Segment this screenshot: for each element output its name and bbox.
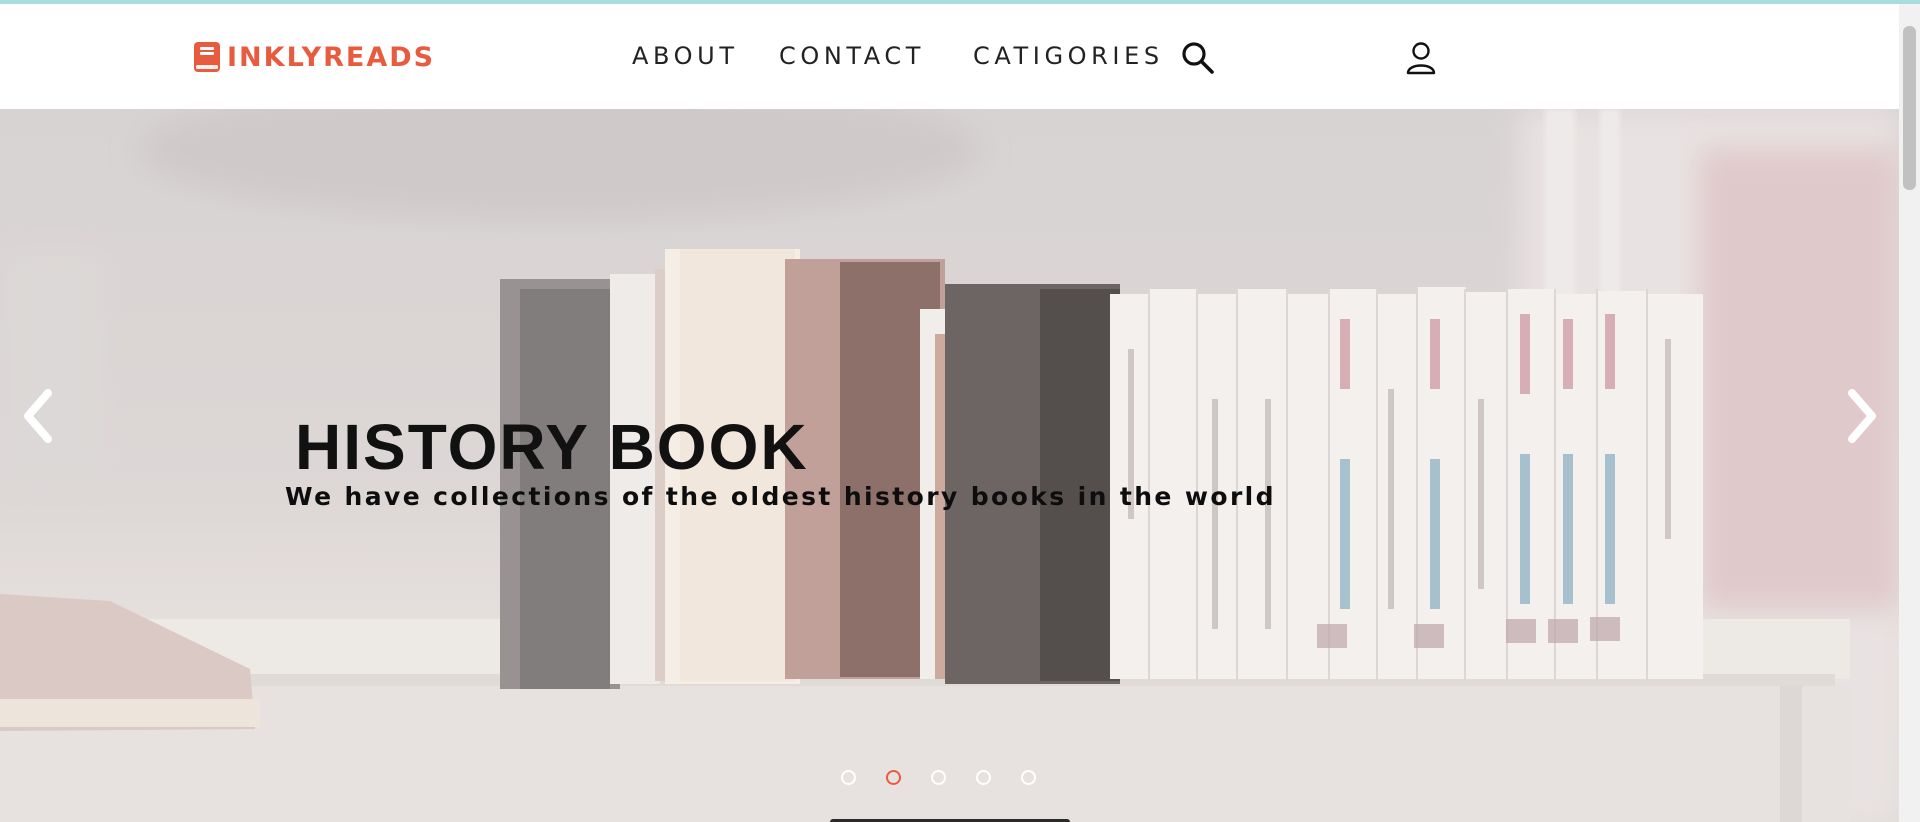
carousel-indicator-dot[interactable]: [931, 770, 946, 785]
carousel-next-button[interactable]: [1838, 381, 1886, 451]
carousel-indicator-dot[interactable]: [1021, 770, 1036, 785]
chevron-left-icon: [24, 389, 52, 443]
book-icon: [194, 42, 220, 72]
brand-logo[interactable]: INKLYREADS: [193, 40, 435, 74]
carousel-indicator-dot[interactable]: [886, 770, 901, 785]
carousel-indicator-dot[interactable]: [841, 770, 856, 785]
brand-name: INKLYREADS: [227, 41, 436, 73]
nav-link-categories[interactable]: CATIGORIES: [973, 42, 1164, 70]
hero-title: HISTORY BOOK: [295, 410, 809, 483]
nav-link-contact[interactable]: CONTACT: [779, 42, 925, 70]
hero-background-image: [0, 109, 1899, 822]
scrollbar[interactable]: [1899, 4, 1920, 822]
hero-subtitle: We have collections of the oldest histor…: [285, 482, 1276, 511]
chevron-right-icon: [1848, 389, 1876, 443]
search-icon: [1182, 42, 1214, 74]
carousel-indicator-dot[interactable]: [976, 770, 991, 785]
user-icon: [1406, 42, 1436, 75]
nav-link-about[interactable]: ABOUT: [632, 42, 739, 70]
carousel-prev-button[interactable]: [14, 381, 62, 451]
user-account-button[interactable]: [1405, 40, 1437, 76]
search-button[interactable]: [1180, 40, 1216, 76]
carousel-indicators: [841, 770, 1036, 790]
navbar: INKLYREADS ABOUT CONTACT CATIGORIES: [0, 4, 1899, 109]
scrollbar-thumb[interactable]: [1903, 26, 1916, 190]
hero-carousel: HISTORY BOOK We have collections of the …: [0, 109, 1899, 822]
